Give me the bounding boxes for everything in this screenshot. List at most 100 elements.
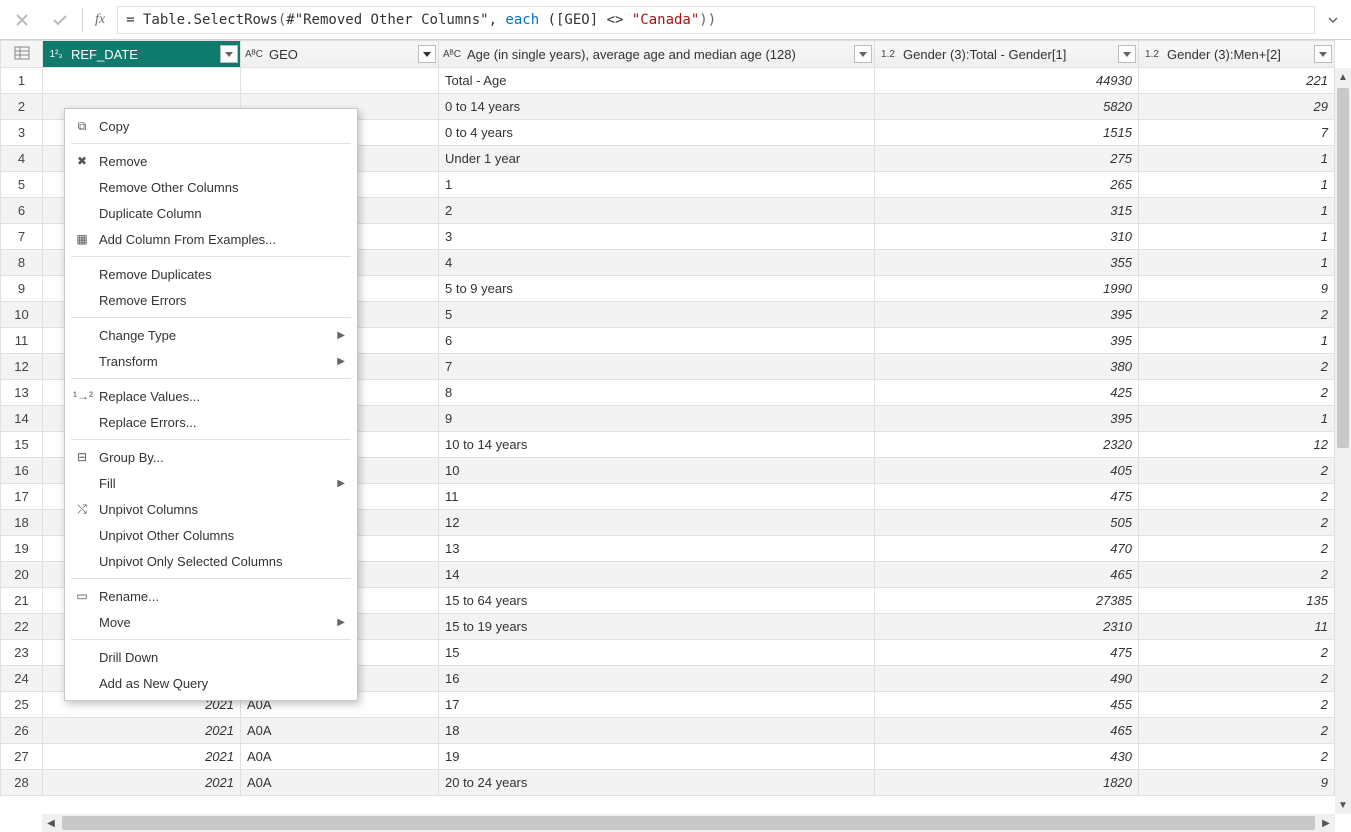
cell[interactable]: 1820 <box>875 770 1139 796</box>
menu-item[interactable]: Replace Errors... <box>65 409 357 435</box>
type-icon[interactable]: 1.2 <box>877 49 899 60</box>
menu-item[interactable]: Change Type▶ <box>65 322 357 348</box>
cell[interactable] <box>241 68 439 94</box>
cell[interactable]: A0A <box>241 718 439 744</box>
row-number[interactable]: 12 <box>1 354 43 380</box>
cell[interactable]: 1 <box>1139 146 1335 172</box>
cell[interactable]: 19 <box>439 744 875 770</box>
menu-item[interactable]: ▦Add Column From Examples... <box>65 226 357 252</box>
cell[interactable]: 2 <box>1139 302 1335 328</box>
cell[interactable]: 1 <box>1139 224 1335 250</box>
row-number[interactable]: 13 <box>1 380 43 406</box>
cell[interactable]: 395 <box>875 328 1139 354</box>
cell[interactable]: 2021 <box>43 744 241 770</box>
cell[interactable]: 5 to 9 years <box>439 276 875 302</box>
cell[interactable]: 2 <box>1139 640 1335 666</box>
menu-item[interactable]: Unpivot Other Columns <box>65 522 357 548</box>
menu-item[interactable]: Transform▶ <box>65 348 357 374</box>
row-number[interactable]: 21 <box>1 588 43 614</box>
cell[interactable]: 380 <box>875 354 1139 380</box>
cell[interactable]: 2 <box>1139 718 1335 744</box>
horizontal-scroll-thumb[interactable] <box>62 816 1315 830</box>
cell[interactable]: 1 <box>1139 172 1335 198</box>
cell[interactable]: 2320 <box>875 432 1139 458</box>
cell[interactable]: Total - Age <box>439 68 875 94</box>
horizontal-scrollbar[interactable]: ◀ ▶ <box>42 814 1335 832</box>
menu-item[interactable]: ⧉Copy <box>65 113 357 139</box>
cancel-formula-button[interactable] <box>6 6 38 34</box>
cell[interactable]: 2 <box>1139 510 1335 536</box>
cell[interactable]: 2021 <box>43 718 241 744</box>
row-number[interactable]: 9 <box>1 276 43 302</box>
row-number[interactable]: 4 <box>1 146 43 172</box>
filter-dropdown-icon[interactable] <box>220 45 238 63</box>
menu-item[interactable]: Duplicate Column <box>65 200 357 226</box>
commit-formula-button[interactable] <box>44 6 76 34</box>
cell[interactable]: 15 to 19 years <box>439 614 875 640</box>
column-header[interactable]: 1²₃REF_DATE <box>43 41 241 68</box>
cell[interactable]: Under 1 year <box>439 146 875 172</box>
cell[interactable]: 29 <box>1139 94 1335 120</box>
cell[interactable]: 265 <box>875 172 1139 198</box>
formula-input[interactable]: = Table.SelectRows(#"Removed Other Colum… <box>117 6 1315 34</box>
row-number[interactable]: 17 <box>1 484 43 510</box>
row-number[interactable]: 14 <box>1 406 43 432</box>
row-number[interactable]: 15 <box>1 432 43 458</box>
menu-item[interactable]: Remove Other Columns <box>65 174 357 200</box>
type-icon[interactable]: AᴮC <box>243 49 265 60</box>
table-row[interactable]: 1Total - Age44930221 <box>1 68 1335 94</box>
cell[interactable]: 2 <box>1139 354 1335 380</box>
cell[interactable]: 11 <box>1139 614 1335 640</box>
cell[interactable]: 17 <box>439 692 875 718</box>
cell[interactable]: 2 <box>439 198 875 224</box>
menu-item[interactable]: ⤭Unpivot Columns <box>65 496 357 522</box>
vertical-scrollbar[interactable]: ▲ ▼ <box>1335 68 1351 814</box>
column-header[interactable]: 1.2Gender (3):Total - Gender[1] <box>875 41 1139 68</box>
cell[interactable]: 1 <box>1139 406 1335 432</box>
scroll-up-button[interactable]: ▲ <box>1335 68 1351 86</box>
row-number[interactable]: 2 <box>1 94 43 120</box>
row-number[interactable]: 26 <box>1 718 43 744</box>
menu-item[interactable]: ⊟Group By... <box>65 444 357 470</box>
menu-item[interactable]: Remove Duplicates <box>65 261 357 287</box>
cell[interactable]: 9 <box>1139 770 1335 796</box>
menu-item[interactable]: ▭Rename... <box>65 583 357 609</box>
cell[interactable]: 44930 <box>875 68 1139 94</box>
cell[interactable]: 1 <box>1139 250 1335 276</box>
cell[interactable]: 310 <box>875 224 1139 250</box>
cell[interactable]: 15 <box>439 640 875 666</box>
row-number[interactable]: 22 <box>1 614 43 640</box>
row-number[interactable]: 3 <box>1 120 43 146</box>
scroll-left-button[interactable]: ◀ <box>42 814 60 832</box>
cell[interactable]: 475 <box>875 640 1139 666</box>
cell[interactable]: 2 <box>1139 744 1335 770</box>
cell[interactable]: 18 <box>439 718 875 744</box>
cell[interactable]: 1 <box>439 172 875 198</box>
menu-item[interactable]: Fill▶ <box>65 470 357 496</box>
row-number[interactable]: 19 <box>1 536 43 562</box>
cell[interactable]: 0 to 4 years <box>439 120 875 146</box>
cell[interactable]: 405 <box>875 458 1139 484</box>
menu-item[interactable]: Drill Down <box>65 644 357 670</box>
cell[interactable]: 1 <box>1139 198 1335 224</box>
scroll-down-button[interactable]: ▼ <box>1335 796 1351 814</box>
cell[interactable]: 14 <box>439 562 875 588</box>
column-header[interactable]: AᴮCGEO <box>241 41 439 68</box>
scroll-right-button[interactable]: ▶ <box>1317 814 1335 832</box>
cell[interactable]: 7 <box>439 354 875 380</box>
cell[interactable]: 9 <box>439 406 875 432</box>
vertical-scroll-thumb[interactable] <box>1337 88 1349 448</box>
menu-item[interactable]: Unpivot Only Selected Columns <box>65 548 357 574</box>
cell[interactable]: 0 to 14 years <box>439 94 875 120</box>
cell[interactable]: 505 <box>875 510 1139 536</box>
cell[interactable]: 4 <box>439 250 875 276</box>
cell[interactable]: 8 <box>439 380 875 406</box>
cell[interactable]: 5820 <box>875 94 1139 120</box>
cell[interactable]: 425 <box>875 380 1139 406</box>
cell[interactable]: 10 <box>439 458 875 484</box>
cell[interactable]: 2 <box>1139 458 1335 484</box>
menu-item[interactable]: Remove Errors <box>65 287 357 313</box>
cell[interactable]: 2021 <box>43 770 241 796</box>
column-header[interactable]: AᴮCAge (in single years), average age an… <box>439 41 875 68</box>
cell[interactable]: 20 to 24 years <box>439 770 875 796</box>
